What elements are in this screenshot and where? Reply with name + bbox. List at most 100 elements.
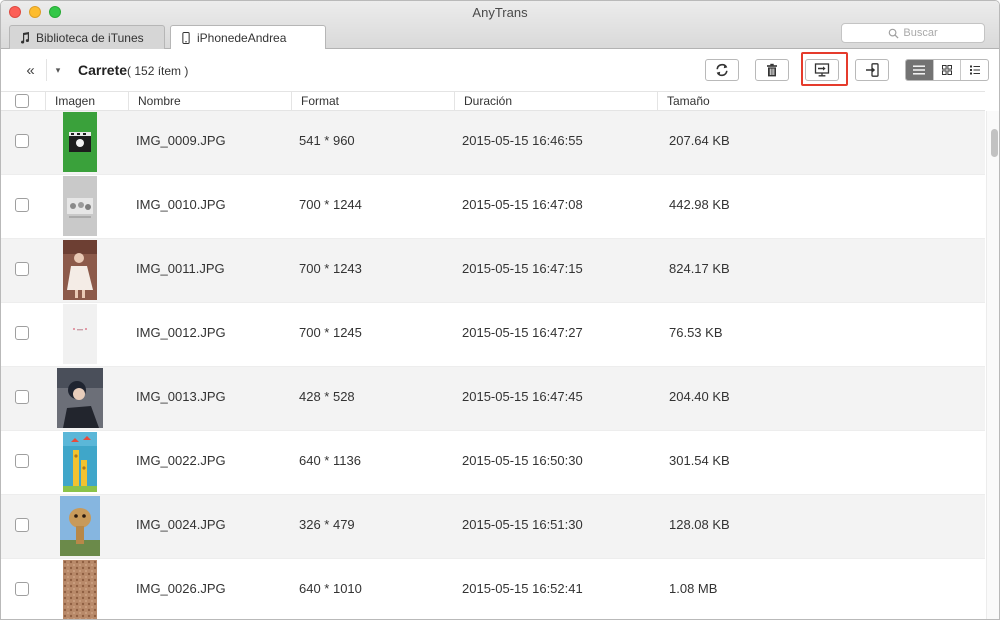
album-name: Carrete [78, 62, 128, 78]
file-name: IMG_0026.JPG [136, 581, 226, 596]
grid-view-icon [942, 65, 952, 75]
row-checkbox[interactable] [15, 454, 29, 468]
photo-thumbnail [63, 432, 97, 492]
tab-label: Biblioteca de iTunes [36, 30, 144, 45]
row-checkbox[interactable] [15, 262, 29, 276]
photo-thumbnail [63, 112, 97, 172]
tab-label: iPhonedeAndrea [197, 31, 287, 45]
photo-thumbnail [60, 496, 100, 556]
file-format: 700 * 1244 [299, 197, 362, 212]
table-row[interactable]: IMG_0022.JPG 640 * 1136 2015-05-15 16:50… [1, 431, 985, 495]
export-to-computer-icon [814, 63, 830, 77]
detail-view-button[interactable] [961, 60, 988, 80]
column-header-size[interactable]: Tamaño [657, 92, 985, 111]
category-dropdown[interactable]: ▾ [49, 59, 67, 81]
grid-view-button[interactable] [934, 60, 962, 80]
photo-thumbnail [63, 176, 97, 236]
column-header-image[interactable]: Imagen [45, 92, 128, 111]
table-row[interactable]: IMG_0026.JPG 640 * 1010 2015-05-15 16:52… [1, 559, 985, 619]
tab-device[interactable]: iPhonedeAndrea [170, 25, 326, 50]
toolbar: « ▾ Carrete( 152 ítem ) [1, 49, 999, 91]
table-header: Imagen Nombre Format Duración Tamaño [1, 91, 985, 111]
row-checkbox[interactable] [15, 518, 29, 532]
photo-thumbnail [57, 368, 103, 428]
music-note-icon [21, 31, 30, 43]
table-row[interactable]: IMG_0009.JPG 541 * 960 2015-05-15 16:46:… [1, 111, 985, 175]
search-icon [889, 28, 899, 39]
app-title: AnyTrans [472, 5, 528, 20]
row-checkbox[interactable] [15, 582, 29, 596]
column-header-name[interactable]: Nombre [128, 92, 291, 111]
file-date: 2015-05-15 16:47:08 [462, 197, 583, 212]
file-date: 2015-05-15 16:46:55 [462, 133, 583, 148]
page-title: Carrete( 152 ítem ) [78, 62, 188, 78]
file-size: 76.53 KB [669, 325, 723, 340]
table-row[interactable]: IMG_0012.JPG 700 * 1245 2015-05-15 16:47… [1, 303, 985, 367]
file-size: 204.40 KB [669, 389, 730, 404]
photo-thumbnail [63, 240, 97, 300]
column-header-format[interactable]: Format [291, 92, 454, 111]
refresh-button[interactable] [705, 59, 739, 81]
search-input[interactable]: Buscar [841, 23, 985, 43]
table-row[interactable]: IMG_0011.JPG 700 * 1243 2015-05-15 16:47… [1, 239, 985, 303]
list-view-icon [913, 65, 926, 75]
double-chevron-left-icon: « [26, 61, 35, 79]
photo-thumbnail [63, 560, 97, 619]
table-row[interactable]: IMG_0013.JPG 428 * 528 2015-05-15 16:47:… [1, 367, 985, 431]
file-name: IMG_0013.JPG [136, 389, 226, 404]
file-date: 2015-05-15 16:50:30 [462, 453, 583, 468]
trash-icon [767, 63, 777, 77]
select-all-column [1, 92, 45, 111]
row-checkbox[interactable] [15, 198, 29, 212]
file-date: 2015-05-15 16:52:41 [462, 581, 583, 596]
file-size: 1.08 MB [669, 581, 718, 596]
file-date: 2015-05-15 16:47:15 [462, 261, 583, 276]
file-format: 700 * 1243 [299, 261, 362, 276]
file-format: 428 * 528 [299, 389, 355, 404]
file-name: IMG_0012.JPG [136, 325, 226, 340]
delete-button[interactable] [755, 59, 789, 81]
vertical-scrollbar[interactable] [986, 111, 999, 619]
refresh-icon [716, 63, 728, 77]
row-checkbox[interactable] [15, 326, 29, 340]
photo-thumbnail [63, 304, 97, 364]
import-to-device-icon [866, 63, 879, 77]
detail-view-icon [969, 65, 980, 75]
file-name: IMG_0024.JPG [136, 517, 226, 532]
file-format: 640 * 1010 [299, 581, 362, 596]
file-name: IMG_0011.JPG [136, 261, 225, 276]
app-window: AnyTrans Buscar Biblioteca de iTunes iPh… [0, 0, 1000, 620]
file-format: 640 * 1136 [299, 453, 361, 468]
table-row[interactable]: IMG_0010.JPG 700 * 1244 2015-05-15 16:47… [1, 175, 985, 239]
item-count: ( 152 ítem ) [127, 64, 189, 78]
file-size: 207.64 KB [669, 133, 730, 148]
select-all-checkbox[interactable] [15, 94, 29, 108]
table-row[interactable]: IMG_0024.JPG 326 * 479 2015-05-15 16:51:… [1, 495, 985, 559]
file-size: 824.17 KB [669, 261, 730, 276]
file-date: 2015-05-15 16:47:27 [462, 325, 583, 340]
row-checkbox[interactable] [15, 390, 29, 404]
file-date: 2015-05-15 16:51:30 [462, 517, 583, 532]
title-bar: AnyTrans Buscar Biblioteca de iTunes iPh… [1, 1, 999, 50]
file-format: 541 * 960 [299, 133, 355, 148]
file-name: IMG_0010.JPG [136, 197, 226, 212]
column-header-date[interactable]: Duración [454, 92, 657, 111]
import-to-device-button[interactable] [855, 59, 889, 81]
chevron-down-icon: ▾ [55, 64, 61, 75]
phone-icon [182, 32, 190, 44]
list-view-button[interactable] [906, 60, 934, 80]
photo-table: IMG_0009.JPG 541 * 960 2015-05-15 16:46:… [1, 111, 985, 619]
file-format: 700 * 1245 [299, 325, 362, 340]
file-name: IMG_0009.JPG [136, 133, 226, 148]
view-mode-switcher [905, 59, 989, 81]
row-checkbox[interactable] [15, 134, 29, 148]
file-name: IMG_0022.JPG [136, 453, 226, 468]
file-date: 2015-05-15 16:47:45 [462, 389, 583, 404]
file-format: 326 * 479 [299, 517, 355, 532]
back-button[interactable]: « [15, 59, 47, 81]
scrollbar-thumb[interactable] [991, 129, 998, 157]
export-to-computer-button[interactable] [805, 59, 839, 81]
search-placeholder: Buscar [903, 27, 938, 39]
tab-itunes-library[interactable]: Biblioteca de iTunes [9, 25, 165, 49]
file-size: 442.98 KB [669, 197, 730, 212]
